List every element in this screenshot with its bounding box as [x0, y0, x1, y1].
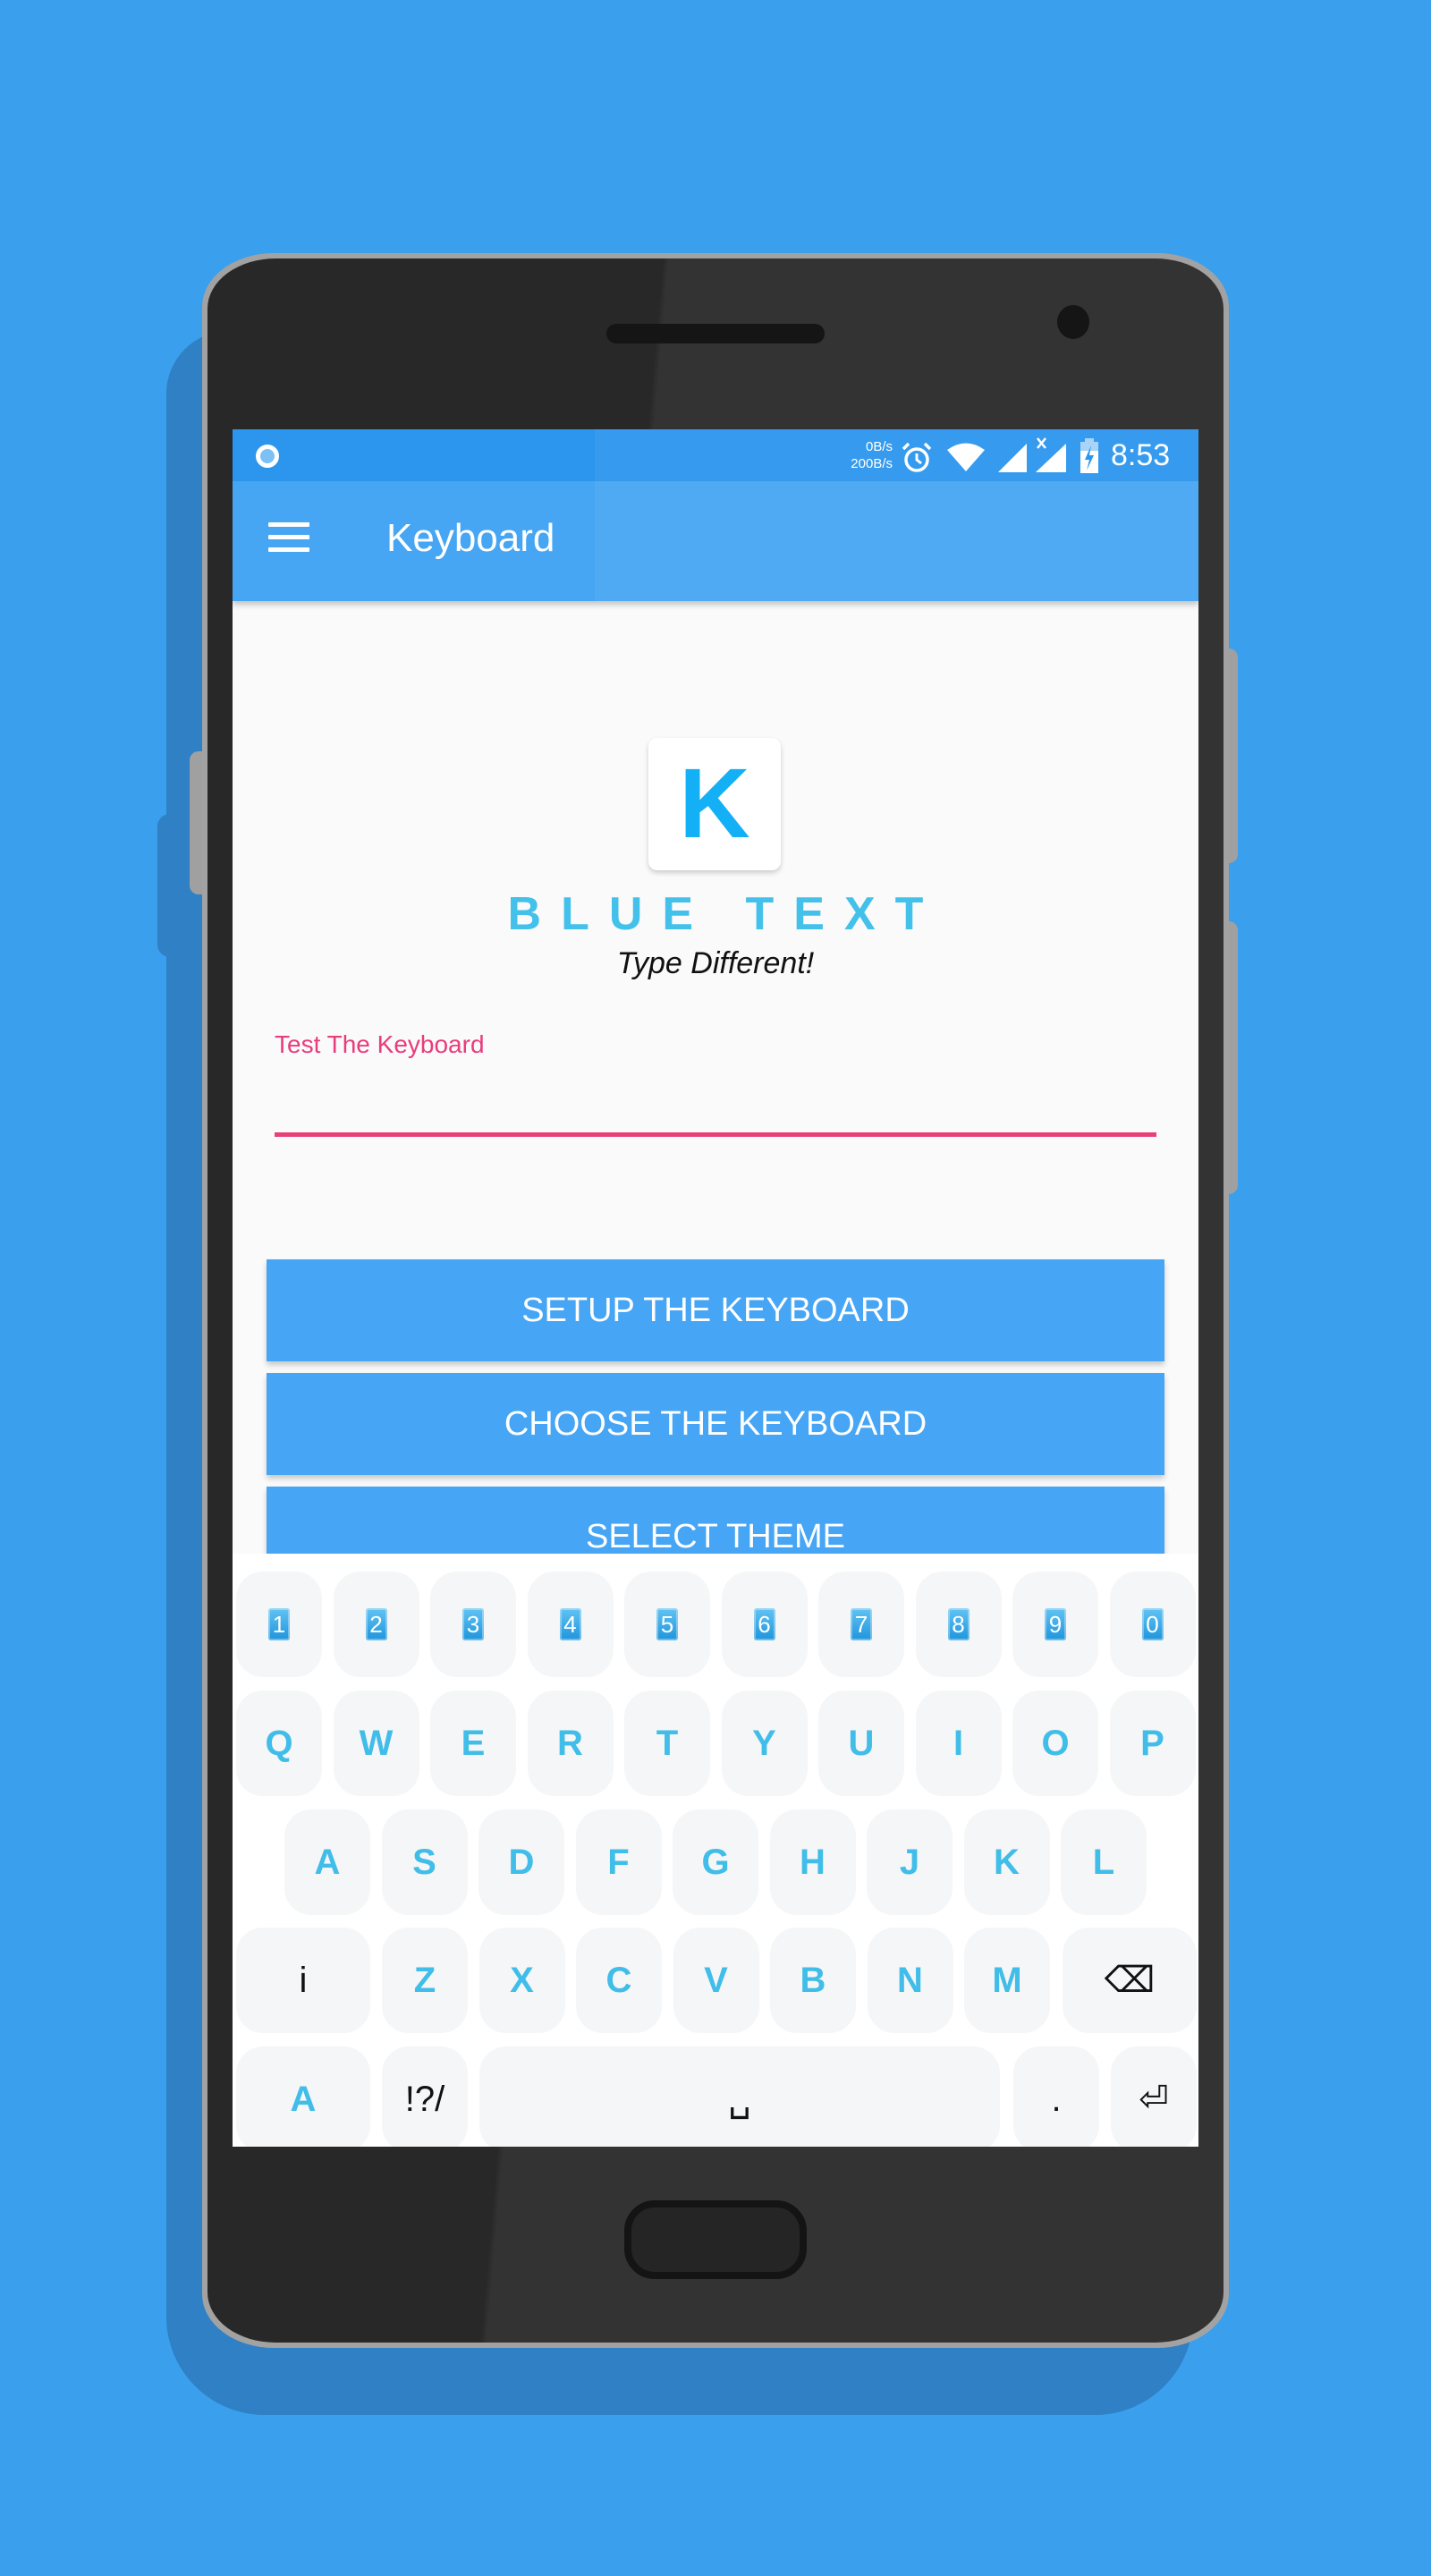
battery-charging-icon: [1080, 438, 1098, 473]
key-1[interactable]: 1: [236, 1572, 322, 1677]
clock: 8:53: [1111, 438, 1171, 472]
number-keycap-icon: 8: [947, 1608, 970, 1640]
wifi-icon: [947, 443, 985, 471]
key-7[interactable]: 7: [818, 1572, 904, 1677]
key-t[interactable]: T: [624, 1690, 710, 1796]
key-b[interactable]: B: [770, 1928, 856, 2033]
screen-glare: [595, 429, 1198, 481]
key-m[interactable]: M: [964, 1928, 1050, 2033]
number-keycap-icon: 2: [365, 1608, 387, 1640]
key-g[interactable]: G: [673, 1809, 758, 1915]
key-y[interactable]: Y: [721, 1690, 808, 1796]
key-2[interactable]: 2: [333, 1572, 419, 1677]
test-keyboard-input[interactable]: [275, 1066, 1160, 1122]
phone-home-button: [624, 2200, 807, 2279]
number-keycap-icon: 6: [753, 1608, 775, 1640]
space-key[interactable]: ␣: [479, 2046, 1000, 2147]
key-l[interactable]: L: [1061, 1809, 1147, 1915]
number-keycap-icon: 3: [462, 1608, 484, 1640]
number-keycap-icon: 9: [1045, 1608, 1066, 1640]
key-h[interactable]: H: [769, 1809, 856, 1915]
phone-speaker: [606, 324, 825, 343]
phone-screen: 0B/s 200B/s 8:53 Keyboard K BLUE TEXT Ty…: [233, 429, 1198, 2147]
net-up-speed: 200B/s: [851, 456, 893, 471]
key-s[interactable]: S: [381, 1809, 468, 1915]
alarm-icon: [902, 442, 932, 472]
key-p[interactable]: P: [1109, 1690, 1196, 1796]
hamburger-menu-icon[interactable]: [268, 522, 309, 553]
select-theme-button[interactable]: SELECT THEME: [267, 1487, 1164, 1554]
key-a[interactable]: A: [284, 1809, 370, 1915]
key-x[interactable]: X: [478, 1928, 565, 2033]
key-f[interactable]: F: [575, 1809, 662, 1915]
key-4[interactable]: 4: [527, 1572, 614, 1677]
key-e[interactable]: E: [430, 1690, 516, 1796]
setup-keyboard-button[interactable]: SETUP THE KEYBOARD: [267, 1259, 1164, 1361]
key-u[interactable]: U: [818, 1690, 904, 1796]
net-down-speed: 0B/s: [865, 439, 893, 454]
phone-camera: [1057, 305, 1089, 339]
symbols-key[interactable]: !?/: [382, 2046, 468, 2147]
choose-keyboard-button[interactable]: CHOOSE THE KEYBOARD: [267, 1373, 1164, 1475]
key-q[interactable]: Q: [236, 1690, 322, 1796]
key-o[interactable]: O: [1012, 1690, 1098, 1796]
brand-name: BLUE TEXT: [507, 888, 944, 940]
info-key[interactable]: i: [236, 1928, 370, 2033]
key-6[interactable]: 6: [721, 1572, 808, 1677]
test-field-label: Test The Keyboard: [275, 1030, 485, 1058]
number-keycap-icon: 1: [268, 1608, 290, 1640]
key-k[interactable]: K: [963, 1809, 1050, 1915]
backspace-key[interactable]: ⌫: [1063, 1928, 1197, 2033]
enter-key[interactable]: ⏎: [1111, 2046, 1197, 2147]
phone-shadow-button: [157, 814, 184, 957]
key-5[interactable]: 5: [624, 1572, 710, 1677]
notification-ring-icon: [256, 445, 279, 468]
test-field-underline: [275, 1132, 1156, 1137]
key-8[interactable]: 8: [915, 1572, 1002, 1677]
key-v[interactable]: V: [673, 1928, 759, 2033]
key-9[interactable]: 9: [1012, 1572, 1098, 1677]
period-key[interactable]: .: [1013, 2046, 1099, 2147]
key-n[interactable]: N: [867, 1928, 953, 2033]
on-screen-keyboard: 1 2 3 4 5 6 7 8 9 0 Q W E R T Y U I O P A S D F G H J K Li Z X C V B N M ⌫ A!…: [233, 1554, 1198, 2147]
network-speed: 0B/s 200B/s: [830, 438, 893, 472]
signal-icon: [998, 444, 1027, 472]
key-r[interactable]: R: [527, 1690, 614, 1796]
page-title: Keyboard: [386, 516, 555, 560]
key-i[interactable]: I: [915, 1690, 1002, 1796]
app-logo: K: [648, 738, 781, 870]
number-keycap-icon: 5: [656, 1608, 678, 1640]
key-3[interactable]: 3: [430, 1572, 516, 1677]
logo-letter: K: [679, 749, 750, 859]
number-keycap-icon: 7: [851, 1608, 872, 1640]
number-keycap-icon: 0: [1141, 1608, 1164, 1640]
key-z[interactable]: Z: [382, 1928, 468, 2033]
shift-key[interactable]: A: [236, 2046, 370, 2147]
screen-glare: [595, 481, 1198, 601]
tagline: Type Different!: [616, 946, 815, 980]
status-bar: 0B/s 200B/s 8:53: [233, 429, 1198, 481]
key-c[interactable]: C: [576, 1928, 662, 2033]
key-d[interactable]: D: [478, 1809, 564, 1915]
key-0[interactable]: 0: [1109, 1572, 1196, 1677]
number-keycap-icon: 4: [559, 1608, 581, 1640]
app-bar: [233, 481, 1198, 601]
signal-no-data-icon: [1036, 437, 1066, 472]
key-w[interactable]: W: [333, 1690, 419, 1796]
key-j[interactable]: J: [867, 1809, 953, 1915]
